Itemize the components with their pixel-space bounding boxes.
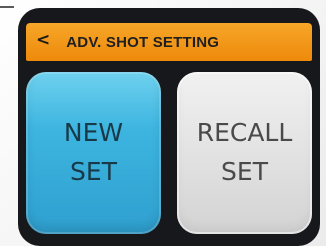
screenshot-stage: < ADV. SHOT SETTING NEW SET RECALL SET	[0, 0, 326, 246]
recall-set-label-line2: SET	[221, 157, 268, 186]
recall-set-label-line1: RECALL	[196, 118, 293, 148]
device-screen: < ADV. SHOT SETTING NEW SET RECALL SET	[18, 8, 320, 246]
back-header-bar[interactable]: < ADV. SHOT SETTING	[26, 23, 312, 61]
chevron-left-icon[interactable]: <	[36, 31, 50, 49]
recall-set-button[interactable]: RECALL SET	[177, 72, 312, 234]
leader-line	[0, 6, 14, 8]
screen-title: ADV. SHOT SETTING	[66, 33, 220, 51]
new-set-label-line2: SET	[70, 157, 117, 186]
new-set-label-line1: NEW	[63, 118, 124, 148]
new-set-button[interactable]: NEW SET	[26, 72, 161, 234]
